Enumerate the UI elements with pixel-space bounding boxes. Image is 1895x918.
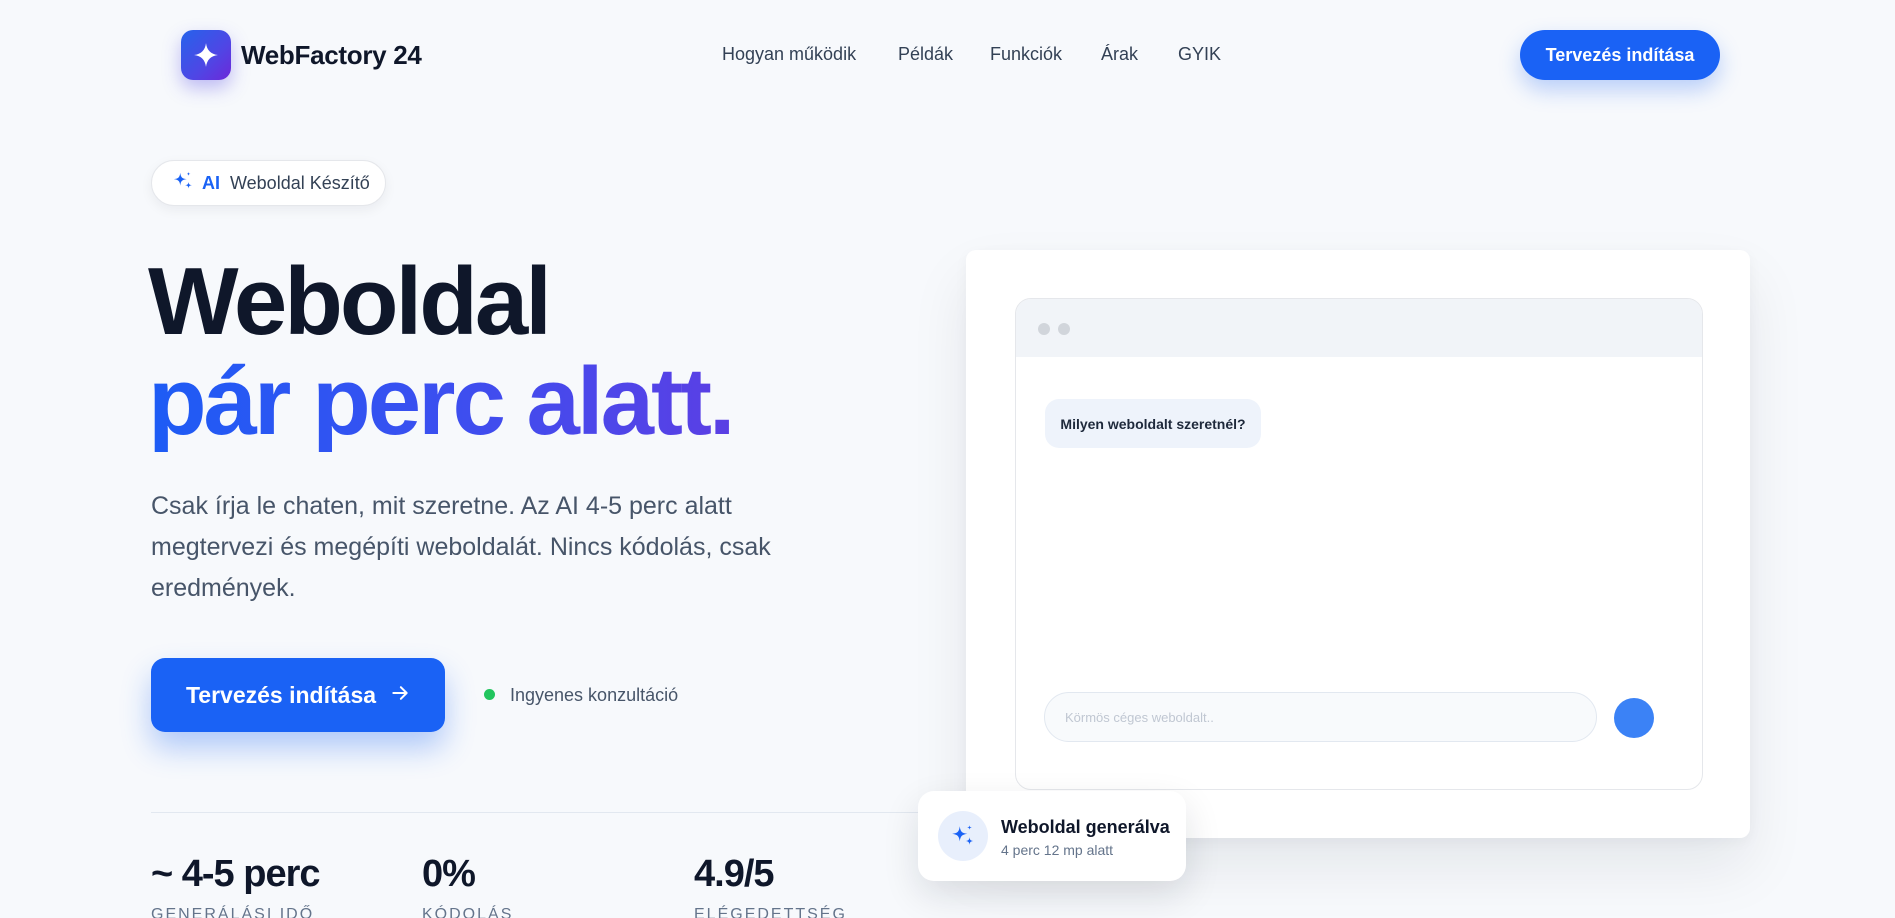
toast-title: Weboldal generálva <box>1001 817 1170 837</box>
ai-badge: AI Weboldal Készítő <box>151 160 386 206</box>
nav-link-examples[interactable]: Példák <box>898 44 953 65</box>
divider <box>151 812 941 813</box>
stat-value-generation-time: ~ 4-5 perc <box>151 853 320 895</box>
hero-lead-text: Csak írja le chaten, mit szeretne. Az AI… <box>151 492 771 602</box>
window-dot <box>1038 323 1050 335</box>
nav-link-how-it-works[interactable]: Hogyan működik <box>722 44 856 65</box>
chat-window: Milyen weboldalt szeretnél? <box>1015 298 1703 790</box>
status-dot <box>484 689 495 700</box>
badge-text: Weboldal Készítő <box>230 172 370 193</box>
send-button[interactable] <box>1614 698 1654 738</box>
window-titlebar <box>1016 299 1702 357</box>
arrow-right-icon <box>390 682 410 709</box>
stat-label-satisfaction: ELÉGEDETTSÉG <box>694 906 847 918</box>
chat-mockup-card: Milyen weboldalt szeretnél? <box>966 250 1750 838</box>
nav-link-faq[interactable]: GYIK <box>1178 44 1221 65</box>
sparkles-icon <box>938 811 988 861</box>
sparkles-icon <box>172 170 194 197</box>
badge-ai-label: AI <box>202 172 220 193</box>
hero-title-line1: Weboldal <box>148 248 552 355</box>
nav-start-design-button[interactable]: Tervezés indítása <box>1520 30 1720 80</box>
generated-toast: Weboldal generálva 4 perc 12 mp alatt <box>918 791 1186 881</box>
top-navigation: WebFactory 24 Hogyan működik Példák Funk… <box>0 0 1895 112</box>
window-dot <box>1058 323 1070 335</box>
nav-link-features[interactable]: Funkciók <box>990 44 1062 65</box>
hero-start-design-button[interactable]: Tervezés indítása <box>151 658 445 732</box>
stat-label-coding: KÓDOLÁS <box>422 906 514 918</box>
stat-value-satisfaction: 4.9/5 <box>694 853 775 895</box>
chat-input[interactable] <box>1044 692 1597 742</box>
assistant-message-bubble: Milyen weboldalt szeretnél? <box>1045 399 1261 448</box>
stat-label-generation-time: GENERÁLÁSI IDŐ <box>151 906 315 918</box>
nav-link-pricing[interactable]: Árak <box>1101 44 1138 65</box>
hero-title-line2: pár perc alatt. <box>148 348 736 455</box>
free-consultation-note: Ingyenes konzultáció <box>510 685 679 705</box>
stat-value-coding: 0% <box>422 853 476 895</box>
toast-subtitle: 4 perc 12 mp alatt <box>1001 842 1114 858</box>
hero-cta-label: Tervezés indítása <box>185 681 377 708</box>
